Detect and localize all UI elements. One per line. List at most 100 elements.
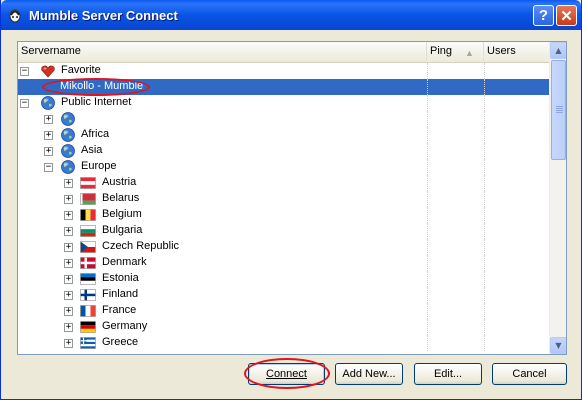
tree-row-label: Public Internet	[61, 96, 132, 108]
column-header: Servername Ping ▲ Users	[18, 42, 549, 63]
ping-cell	[427, 271, 429, 287]
tree-row-label: Africa	[81, 128, 110, 140]
tree-row[interactable]: + Africa	[18, 127, 549, 143]
users-cell	[484, 239, 486, 255]
ping-cell	[427, 175, 429, 191]
flag-czech-republic-icon	[80, 241, 96, 253]
ping-cell	[427, 319, 429, 335]
expand-icon[interactable]: +	[64, 227, 73, 236]
close-icon: ✕	[560, 7, 573, 25]
collapse-icon[interactable]: −	[20, 67, 29, 76]
title-bar[interactable]: Mumble Server Connect ? ✕	[1, 0, 581, 30]
tree-row[interactable]: − Favorite	[18, 63, 549, 79]
mumble-server-connect-dialog: Mumble Server Connect ? ✕ Servername Pin…	[0, 0, 582, 400]
column-users[interactable]: Users	[484, 42, 549, 61]
column-servername[interactable]: Servername	[18, 42, 427, 61]
tree-row-label: Europe	[81, 160, 117, 172]
users-cell	[484, 223, 486, 239]
tree-row-label: Belgium	[102, 208, 142, 220]
edit-button-label: Edit...	[433, 368, 463, 380]
tree-row[interactable]: + Asia	[18, 143, 549, 159]
users-cell	[484, 159, 486, 175]
flag-france-icon	[80, 305, 96, 317]
globe-icon	[61, 112, 75, 126]
tree-row[interactable]: + Czech Republic	[18, 239, 549, 255]
mumble-app-icon	[9, 9, 21, 23]
tree-row[interactable]: + Estonia	[18, 271, 549, 287]
server-tree[interactable]: Servername Ping ▲ Users − Favorite Mikollo …	[17, 41, 567, 355]
expand-icon[interactable]: +	[64, 259, 73, 268]
expand-icon[interactable]: +	[64, 275, 73, 284]
add-new-button-label: Add New...	[342, 368, 396, 380]
flag-belgium-icon	[80, 209, 96, 221]
connect-button[interactable]: Connect	[248, 363, 325, 385]
globe-icon	[41, 96, 55, 110]
expand-icon[interactable]: +	[64, 291, 73, 300]
tree-row-label: Germany	[102, 320, 148, 332]
collapse-icon[interactable]: −	[20, 99, 29, 108]
tree-row-label: Greece	[102, 336, 139, 348]
tree-row[interactable]: + Austria	[18, 175, 549, 191]
flag-denmark-icon	[80, 257, 96, 269]
expand-icon[interactable]: +	[44, 115, 53, 124]
tree-row-label: Estonia	[102, 272, 139, 284]
ping-cell	[427, 111, 429, 127]
users-cell	[484, 127, 486, 143]
tree-row[interactable]: + Denmark	[18, 255, 549, 271]
users-cell	[484, 95, 486, 111]
tree-row[interactable]: + Belgium	[18, 207, 549, 223]
users-cell	[484, 175, 486, 191]
ping-cell	[427, 239, 429, 255]
ping-cell	[427, 79, 429, 95]
connect-button-label: Connect	[266, 368, 307, 380]
expand-icon[interactable]: +	[44, 147, 53, 156]
expand-icon[interactable]: +	[64, 179, 73, 188]
scroll-thumb[interactable]	[551, 60, 566, 160]
tree-row[interactable]: Mikollo - Mumble	[18, 79, 549, 95]
ping-cell	[427, 335, 429, 351]
ping-cell	[427, 143, 429, 159]
flag-belarus-icon	[80, 193, 96, 205]
expand-icon[interactable]: +	[64, 307, 73, 316]
expand-icon[interactable]: +	[64, 243, 73, 252]
scroll-up-button[interactable]: ▲	[550, 42, 566, 59]
users-cell	[484, 191, 486, 207]
flag-greece-icon	[80, 337, 96, 349]
cancel-button[interactable]: Cancel	[492, 363, 567, 385]
vertical-scrollbar[interactable]: ▲ ▼	[549, 42, 566, 354]
help-button[interactable]: ?	[533, 5, 554, 26]
users-cell	[484, 271, 486, 287]
window-title: Mumble Server Connect	[29, 8, 178, 23]
globe-icon	[61, 144, 75, 158]
tree-row[interactable]: + France	[18, 303, 549, 319]
close-button[interactable]: ✕	[556, 5, 577, 26]
grip-line	[556, 112, 563, 113]
tree-row[interactable]: − Public Internet	[18, 95, 549, 111]
collapse-icon[interactable]: −	[44, 163, 53, 172]
users-cell	[484, 63, 486, 79]
column-ping-label: Ping	[430, 45, 453, 57]
expand-icon[interactable]: +	[64, 339, 73, 348]
tree-row[interactable]: + Germany	[18, 319, 549, 335]
tree-row-label: Asia	[81, 144, 103, 156]
ping-cell	[427, 159, 429, 175]
help-icon: ?	[538, 7, 549, 24]
expand-icon[interactable]: +	[64, 323, 73, 332]
column-ping[interactable]: Ping ▲	[427, 42, 484, 61]
tree-row[interactable]: + Greece	[18, 335, 549, 351]
edit-button[interactable]: Edit...	[414, 363, 482, 385]
tree-row[interactable]: + Bulgaria	[18, 223, 549, 239]
expand-icon[interactable]: +	[64, 195, 73, 204]
tree-row[interactable]: + Finland	[18, 287, 549, 303]
tree-row[interactable]: + Belarus	[18, 191, 549, 207]
tree-row-label: Denmark	[102, 256, 147, 268]
users-cell	[484, 143, 486, 159]
expand-icon[interactable]: +	[44, 131, 53, 140]
tree-row[interactable]: − Europe	[18, 159, 549, 175]
ping-cell	[427, 63, 429, 79]
expand-icon[interactable]: +	[64, 211, 73, 220]
add-new-button[interactable]: Add New...	[335, 363, 403, 385]
flag-austria-icon	[80, 177, 96, 189]
tree-row[interactable]: +	[18, 111, 549, 127]
scroll-down-button[interactable]: ▼	[550, 337, 566, 354]
